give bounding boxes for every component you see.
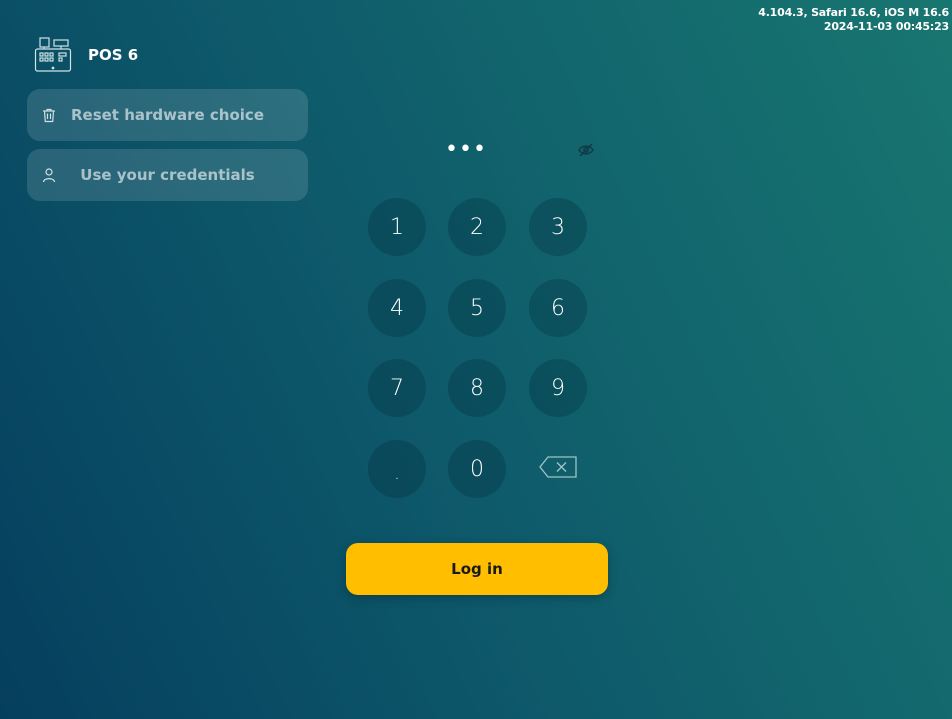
keypad-key-3[interactable]: 3 [529,198,587,256]
version-info: 4.104.3, Safari 16.6, iOS M 16.6 2024-11… [758,6,949,34]
version-line: 4.104.3, Safari 16.6, iOS M 16.6 [758,6,949,19]
device-name: POS 6 [88,46,139,64]
user-icon [41,167,57,183]
keypad-key-1[interactable]: 1 [368,198,426,256]
timestamp-line: 2024-11-03 00:45:23 [823,20,949,33]
use-credentials-button[interactable]: Use your credentials [27,149,308,201]
keypad-key-7[interactable]: 7 [368,359,426,417]
reset-hardware-button[interactable]: Reset hardware choice [27,89,308,141]
pin-field[interactable]: ••• [436,139,496,161]
keypad-key-decimal[interactable]: . [368,440,426,498]
trash-icon [41,107,57,123]
backspace-icon[interactable] [538,455,578,479]
keypad-key-9[interactable]: 9 [529,359,587,417]
login-button[interactable]: Log in [346,543,608,595]
keypad-key-6[interactable]: 6 [529,279,587,337]
brand: POS 6 [34,36,138,74]
keypad-key-2[interactable]: 2 [448,198,506,256]
keypad-key-8[interactable]: 8 [448,359,506,417]
use-credentials-label: Use your credentials [80,166,255,184]
keypad-key-4[interactable]: 4 [368,279,426,337]
reset-hardware-label: Reset hardware choice [70,106,264,124]
keypad-key-5[interactable]: 5 [448,279,506,337]
cash-register-icon [34,36,72,74]
eye-slash-icon[interactable] [578,142,594,157]
keypad-key-0[interactable]: 0 [448,440,506,498]
